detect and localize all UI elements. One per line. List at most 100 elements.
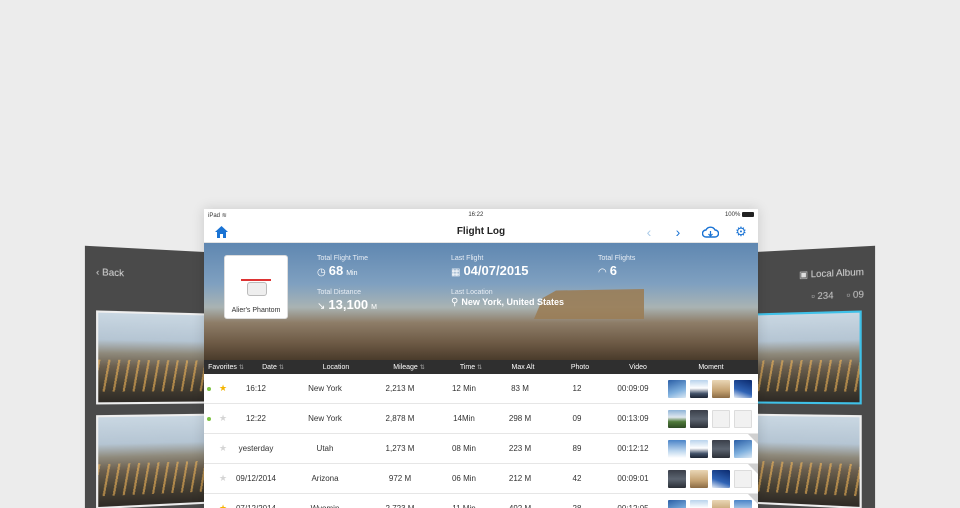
- flight-location: Wyomin: [280, 504, 370, 508]
- flight-mileage: 2,878 M: [385, 414, 415, 423]
- flight-summary-banner: Alier's Phantom Total Flight Time ◷ 68 Min…: [204, 243, 758, 360]
- chevron-left-icon[interactable]: ‹: [642, 224, 656, 240]
- tablet-screen: iPad ≋ 16:22 100% Flight Log ‹ › ⚙ Alier…: [204, 209, 758, 508]
- flight-photo-count: 28: [542, 504, 612, 508]
- route-icon: ↘: [317, 301, 326, 312]
- col-moment[interactable]: Moment: [664, 364, 758, 371]
- favorite-star-icon[interactable]: ★: [214, 443, 232, 454]
- favorite-star-icon[interactable]: ★: [214, 413, 232, 424]
- local-album-button[interactable]: ▣ Local Album: [799, 266, 864, 280]
- flight-max-alt: 83 M: [511, 384, 529, 393]
- clock-icon: ◷: [317, 267, 326, 278]
- stat-value: New York, United States: [461, 297, 565, 307]
- flight-photo-count: 89: [572, 444, 582, 453]
- col-location[interactable]: Location: [298, 364, 374, 371]
- flight-mileage: 2,213 M: [385, 384, 415, 393]
- home-icon[interactable]: [213, 224, 229, 240]
- flight-row[interactable]: ★ 16:12 New York 2,213 M 12 Min 83 M 12 00:09:0…: [204, 374, 758, 404]
- wifi-icon: ≋: [221, 212, 227, 219]
- stat-value: 68: [328, 263, 344, 278]
- moment-thumbnail[interactable]: [690, 379, 708, 398]
- chevron-right-icon[interactable]: ›: [671, 224, 685, 240]
- flight-photo-count: 09: [572, 414, 582, 423]
- moment-thumbnail[interactable]: [668, 499, 686, 508]
- fold-corner-icon: [748, 434, 758, 444]
- flight-photo-count: 42: [572, 474, 582, 483]
- flight-row[interactable]: ★07/12/2014Wyomin2,723 M11 Min492 M2800:…: [204, 494, 758, 508]
- stat-label: Total Flights: [598, 255, 636, 262]
- moment-thumbnail[interactable]: [668, 409, 686, 428]
- flight-location: Utah: [316, 444, 334, 453]
- stat-label: Total Flight Time: [317, 255, 368, 262]
- col-video[interactable]: Video: [612, 364, 664, 371]
- fold-corner-icon: [748, 494, 758, 504]
- flight-list: ★ 16:12 New York 2,213 M 12 Min 83 M 12 00:09:0…: [204, 374, 758, 508]
- stat-label: Last Location: [451, 289, 493, 296]
- flight-location: New York: [308, 414, 342, 423]
- col-photo[interactable]: Photo: [548, 364, 612, 371]
- album-icon: ▣: [799, 268, 809, 280]
- flight-row[interactable]: ★ 12:22 New York 2,878 M 14Min 298 M 09 00:13:0…: [204, 404, 758, 434]
- last-location: Last Location ⚲ New York, United States: [451, 289, 564, 308]
- moment-thumbnail[interactable]: [668, 469, 686, 488]
- stat-unit: M: [371, 304, 377, 311]
- speedometer-icon: ◠: [598, 267, 607, 278]
- flight-max-alt: 223 M: [508, 444, 532, 453]
- col-mileage[interactable]: Mileage ⇅: [374, 364, 444, 371]
- favorite-star-icon[interactable]: ★: [214, 473, 232, 484]
- moment-thumbnail[interactable]: [712, 439, 730, 458]
- moment-thumbnail[interactable]: [734, 409, 752, 428]
- table-header: Favorites ⇅ Date ⇅ Location Mileage ⇅ Ti…: [204, 360, 758, 374]
- favorite-star-icon[interactable]: ★: [214, 503, 232, 508]
- synced-dot-icon: [207, 417, 211, 421]
- aircraft-card[interactable]: Alier's Phantom: [224, 255, 288, 319]
- moment-thumbnail[interactable]: [690, 439, 708, 458]
- flight-max-alt: 212 M: [508, 474, 532, 483]
- col-favorites[interactable]: Favorites ⇅: [204, 364, 248, 371]
- page-title: Flight Log: [456, 226, 506, 237]
- flight-mileage: 1,273 M: [385, 444, 415, 453]
- sort-icon: ⇅: [419, 364, 425, 371]
- cloud-sync-icon[interactable]: [701, 224, 719, 240]
- col-date[interactable]: Date ⇅: [248, 364, 298, 371]
- back-button[interactable]: ‹ Back: [96, 267, 124, 279]
- flight-row[interactable]: ★ 09/12/2014 Arizona 972 M 06 Min 212 M 42 00:0…: [204, 464, 758, 494]
- gear-icon[interactable]: ⚙: [733, 224, 749, 240]
- flight-mileage: 2,723 M: [370, 504, 430, 508]
- last-flight: Last Flight ▦ 04/07/2015: [451, 255, 529, 278]
- local-album-label: Local Album: [810, 266, 864, 279]
- col-time[interactable]: Time ⇅: [444, 364, 498, 371]
- sort-icon: ⇅: [278, 364, 284, 371]
- total-flights: Total Flights ◠ 6: [598, 255, 635, 278]
- fold-corner-icon: [748, 464, 758, 474]
- flight-max-alt: 492 M: [498, 504, 542, 508]
- moment-thumbnail[interactable]: [734, 379, 752, 398]
- flight-time: 12 Min: [451, 384, 476, 393]
- moment-thumbnail[interactable]: [712, 469, 730, 488]
- moment-thumbnail[interactable]: [668, 439, 686, 458]
- flight-row[interactable]: ★ yesterday Utah 1,273 M 08 Min 223 M 89 00:12:…: [204, 434, 758, 464]
- moment-thumbnail[interactable]: [690, 499, 708, 508]
- col-max-alt[interactable]: Max Alt: [498, 364, 548, 371]
- stat-value: 04/07/2015: [463, 263, 529, 278]
- device-label: iPad ≋: [208, 212, 227, 219]
- flight-video-duration: 00:13:09: [617, 414, 649, 423]
- moment-thumbnails: [654, 409, 758, 428]
- back-label: Back: [102, 266, 125, 279]
- moment-thumbnail[interactable]: [668, 379, 686, 398]
- moment-thumbnail[interactable]: [690, 469, 708, 488]
- flight-date: 16:12: [245, 384, 267, 393]
- moment-thumbnails: [654, 439, 758, 458]
- drone-icon: [241, 276, 271, 302]
- flight-video-duration: 00:12:12: [617, 444, 649, 453]
- sort-icon: ⇅: [477, 364, 483, 371]
- flight-location: New York: [308, 384, 342, 393]
- moment-thumbnail[interactable]: [712, 499, 730, 508]
- moment-thumbnail[interactable]: [712, 379, 730, 398]
- sync-status: [204, 384, 214, 393]
- location-pin-icon: ⚲: [451, 297, 459, 308]
- moment-thumbnail[interactable]: [690, 409, 708, 428]
- favorite-star-icon[interactable]: ★: [214, 383, 232, 394]
- flight-date: 09/12/2014: [235, 474, 277, 483]
- moment-thumbnail[interactable]: [712, 409, 730, 428]
